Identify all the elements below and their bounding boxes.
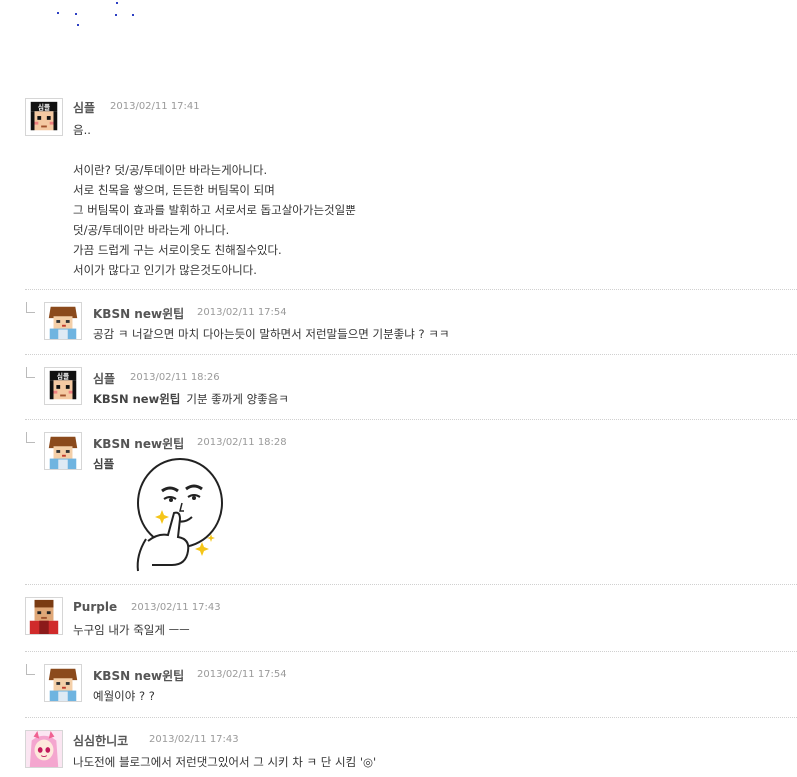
comment-date: 2013/02/11 18:26 bbox=[130, 372, 220, 383]
comment-author[interactable]: 심심한니코 bbox=[73, 732, 128, 749]
kbsn-avatar-icon bbox=[45, 665, 81, 701]
comment-body: KBSN new윈팁 기분 좋까게 양좋음ㅋ bbox=[93, 392, 289, 406]
reply-arrow-icon bbox=[26, 367, 35, 378]
comment-body: 나도전에 블로그에서 저런댓그있어서 그 시키 차 ㅋ 단 시킴 '◎' bbox=[73, 755, 377, 769]
comment-author[interactable]: Purple bbox=[73, 600, 117, 614]
smug-face-sticker-icon bbox=[128, 455, 228, 573]
comment-body: 음.. 서이란? 덧/공/투데이만 바라는게아니다. 서로 친목을 쌓으며, 든… bbox=[73, 123, 356, 277]
comment-body: 공감 ㅋ 너같으면 마치 다아는듯이 말하면서 저런말들으면 기분좋냐 ? ㅋㅋ bbox=[93, 327, 450, 341]
purple-avatar-icon bbox=[26, 598, 62, 634]
kbsn-avatar-icon bbox=[45, 433, 81, 469]
kbsn-avatar-icon bbox=[45, 303, 81, 339]
avatar[interactable] bbox=[44, 664, 82, 702]
comment-body: 누구임 내가 죽일게 ㅡㅡ bbox=[73, 623, 190, 637]
comment-date: 2013/02/11 17:43 bbox=[131, 602, 221, 613]
reply-arrow-icon bbox=[26, 664, 35, 675]
reply-arrow-icon bbox=[26, 432, 35, 443]
comment-date: 2013/02/11 17:41 bbox=[110, 101, 200, 112]
divider bbox=[25, 354, 797, 355]
avatar[interactable] bbox=[44, 432, 82, 470]
reply-arrow-icon bbox=[26, 302, 35, 313]
divider bbox=[25, 289, 797, 290]
comment-author[interactable]: KBSN new윈팁 bbox=[93, 305, 184, 322]
divider bbox=[25, 717, 797, 718]
avatar[interactable] bbox=[25, 597, 63, 635]
comment-author[interactable]: KBSN new윈팁 bbox=[93, 435, 184, 452]
svg-text:심플: 심플 bbox=[38, 102, 50, 111]
avatar[interactable] bbox=[44, 302, 82, 340]
comment-date: 2013/02/11 18:28 bbox=[197, 437, 287, 448]
divider bbox=[25, 419, 797, 420]
comment-author[interactable]: 심플 bbox=[93, 370, 115, 387]
mention-link[interactable]: 심플 bbox=[93, 457, 114, 471]
comment-author[interactable]: 심플 bbox=[73, 99, 95, 116]
comment-body: 예월이야 ? ? bbox=[93, 689, 155, 703]
mention-link[interactable]: KBSN new윈팁 bbox=[93, 392, 180, 406]
avatar[interactable]: 심플 bbox=[25, 98, 63, 136]
comment-body: 심플 bbox=[93, 454, 120, 474]
comment-date: 2013/02/11 17:43 bbox=[149, 734, 239, 745]
comment-date: 2013/02/11 17:54 bbox=[197, 307, 287, 318]
simple-avatar-icon: 심플 bbox=[26, 99, 62, 135]
avatar[interactable] bbox=[25, 730, 63, 768]
niko-avatar-icon bbox=[26, 731, 62, 767]
divider bbox=[25, 651, 797, 652]
comment-author[interactable]: KBSN new윈팁 bbox=[93, 667, 184, 684]
simple-avatar-icon: 심플 bbox=[45, 368, 81, 404]
comment-date: 2013/02/11 17:54 bbox=[197, 669, 287, 680]
avatar[interactable]: 심플 bbox=[44, 367, 82, 405]
svg-text:심플: 심플 bbox=[57, 371, 69, 380]
divider bbox=[25, 584, 797, 585]
decorative-dots bbox=[50, 0, 150, 35]
